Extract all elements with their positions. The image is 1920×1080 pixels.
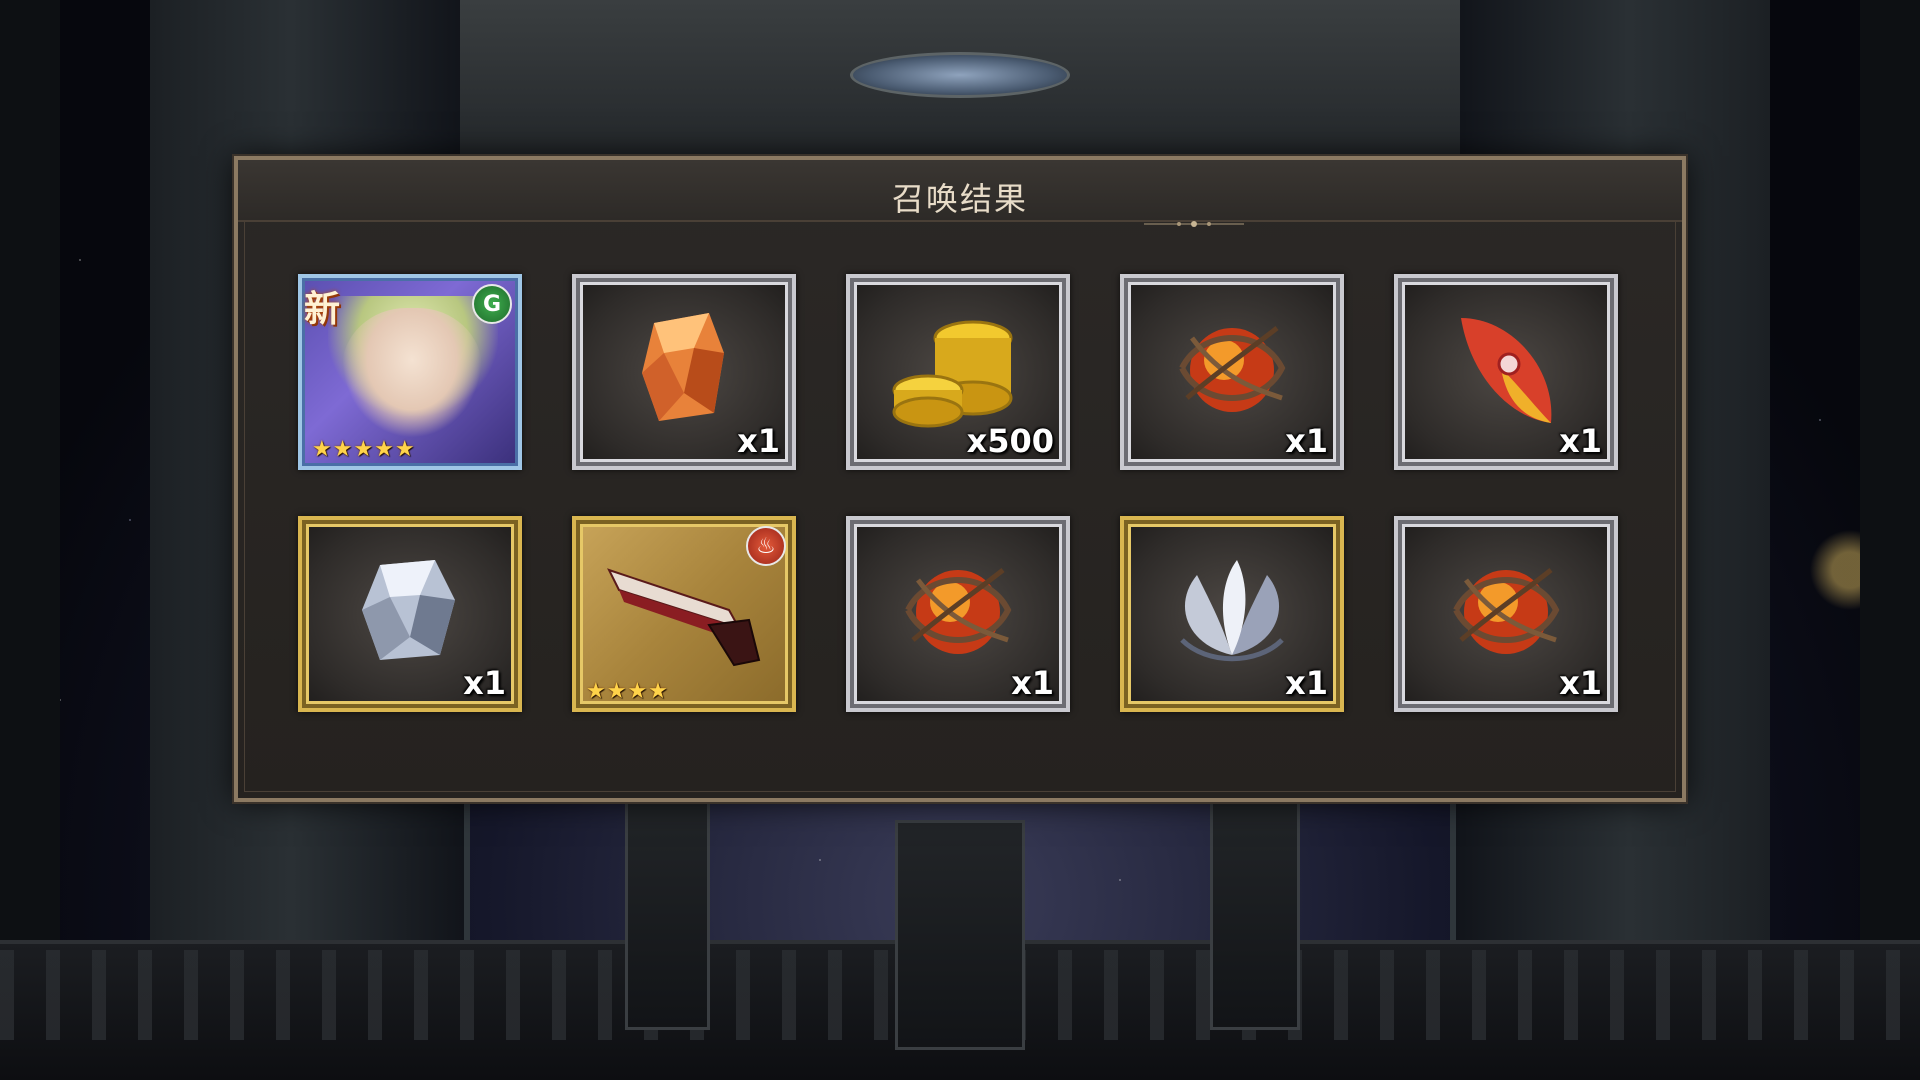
result-card-pistol[interactable]: ♨ ★★★★ — [572, 516, 796, 712]
item-quantity: x500 — [966, 422, 1054, 460]
result-card-orange-crystal[interactable]: x1 — [572, 274, 796, 470]
inscribed-pedestal — [1210, 800, 1300, 1030]
result-card-fire-orb[interactable]: x1 — [846, 516, 1070, 712]
inscribed-pedestal — [895, 820, 1025, 1050]
result-card-red-feather[interactable]: x1 — [1394, 274, 1618, 470]
item-quantity: x1 — [463, 664, 506, 702]
new-badge: 新 — [304, 289, 341, 330]
rarity-stars: ★★★★★ — [312, 437, 416, 462]
result-card-silver-lotus[interactable]: x1 — [1120, 516, 1344, 712]
rarity-stars: ★★★★ — [586, 679, 669, 704]
item-quantity: x1 — [1285, 664, 1328, 702]
wind-element-icon: G — [472, 284, 512, 324]
character-portrait — [342, 308, 482, 438]
result-card-character[interactable]: 新 G ★★★★★ — [298, 274, 522, 470]
result-card-silver-crystal[interactable]: x1 — [298, 516, 522, 712]
item-quantity: x1 — [1559, 664, 1602, 702]
silver-crystal-icon — [362, 560, 455, 661]
dialog-title: 召唤结果 — [891, 180, 1028, 218]
result-card-fire-orb[interactable]: x1 — [1394, 516, 1618, 712]
inscribed-pedestal — [625, 800, 710, 1030]
title-ornament-icon — [1144, 221, 1244, 227]
item-quantity: x1 — [1559, 422, 1602, 460]
outer-pillar-right — [1860, 0, 1920, 1080]
silver-lotus-icon — [1180, 560, 1284, 662]
fire-orb-icon — [905, 568, 1012, 655]
ceiling-oculus — [850, 52, 1070, 98]
dialog-header: 召唤结果 — [238, 160, 1682, 222]
gold-coins-icon — [892, 320, 1013, 428]
orange-crystal-icon — [642, 313, 724, 422]
pistol-icon — [607, 568, 761, 667]
item-quantity: x1 — [737, 422, 780, 460]
summon-result-dialog: 召唤结果 新 G ★★★★★ x1 x500 x1 x1 x1 ♨ ★★★★ x… — [234, 156, 1686, 802]
fire-orb-icon — [1453, 568, 1560, 655]
fire-orb-icon — [1179, 326, 1286, 413]
fire-element-icon: ♨ — [746, 526, 786, 566]
item-quantity: x1 — [1285, 422, 1328, 460]
result-card-fire-orb[interactable]: x1 — [1120, 274, 1344, 470]
result-grid: 新 G ★★★★★ x1 x500 x1 x1 x1 ♨ ★★★★ x1 x1 … — [298, 274, 1634, 712]
result-card-gold-coins[interactable]: x500 — [846, 274, 1070, 470]
outer-pillar-left — [0, 0, 60, 1080]
item-quantity: x1 — [1011, 664, 1054, 702]
red-feather-icon — [1461, 318, 1552, 424]
